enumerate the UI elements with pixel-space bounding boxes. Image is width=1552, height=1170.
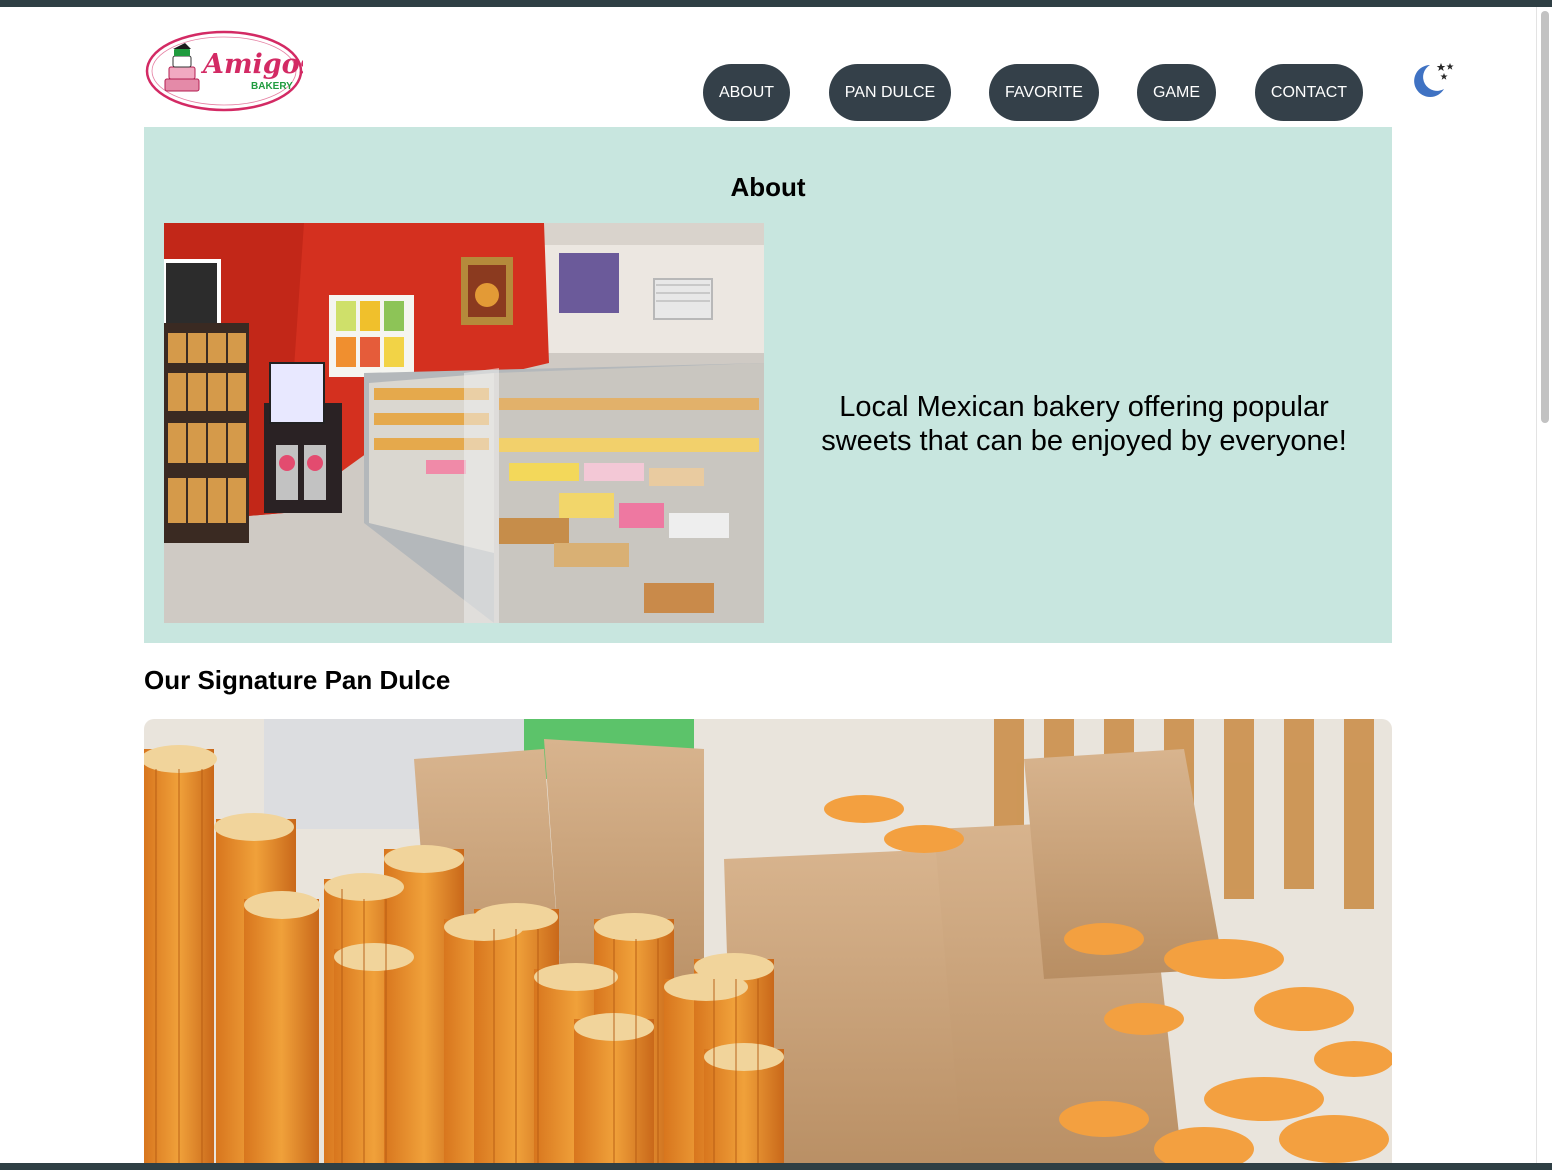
bakery-storefront-photo — [164, 223, 764, 623]
nav-game-button[interactable]: GAME — [1137, 64, 1216, 121]
page-viewport: Amigos BAKERY ABOUT PAN DULCE FAVORITE G… — [0, 7, 1536, 1163]
scrollbar-thumb[interactable] — [1541, 11, 1549, 423]
vertical-scrollbar[interactable] — [1536, 7, 1552, 1163]
nav-pan-dulce-button[interactable]: PAN DULCE — [829, 64, 951, 121]
nav-contact-button[interactable]: CONTACT — [1255, 64, 1363, 121]
amigos-bakery-logo[interactable]: Amigos BAKERY — [145, 29, 303, 113]
nav-about-button[interactable]: ABOUT — [703, 64, 790, 121]
about-title: About — [730, 172, 806, 202]
about-description: Local Mexican bakery offering popular sw… — [821, 391, 1347, 457]
about-section: About Local Mexican bakery offering popu… — [144, 127, 1392, 643]
window-bottom-edge — [0, 1163, 1552, 1170]
nav-favorite-button[interactable]: FAVORITE — [989, 64, 1099, 121]
moon-stars-icon[interactable] — [1408, 59, 1454, 101]
signature-title: Our Signature Pan Dulce — [144, 665, 451, 695]
logo-sub: BAKERY — [251, 81, 293, 92]
logo-word: Amigos — [200, 49, 303, 80]
churros-photo — [144, 719, 1392, 1163]
